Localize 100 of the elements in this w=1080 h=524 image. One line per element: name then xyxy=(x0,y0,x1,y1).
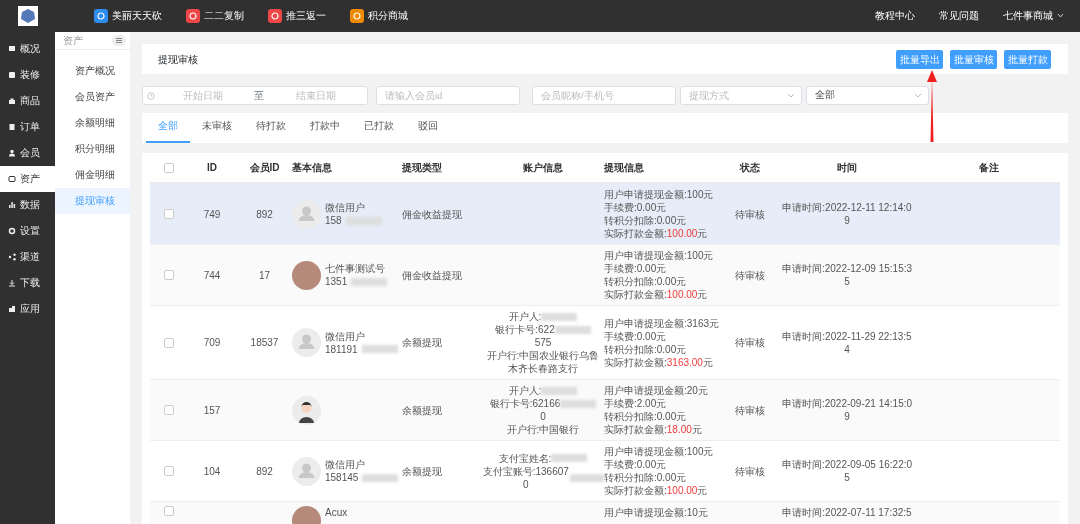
table-cell-text: 157 xyxy=(203,403,221,418)
table-cell-text: 余额提现 xyxy=(402,403,442,418)
briefcase-icon xyxy=(8,304,16,313)
sidebar-item[interactable]: 资产 xyxy=(0,165,55,192)
row-checkbox[interactable] xyxy=(163,337,174,348)
table-row[interactable]: 744 17 七件事测试号 1351 佣金收益提现 用户申请提现金额:100元 手续费:0.00元 转积分扣除:0.00元 实际打款金额:100.00元 待审核 申请时间:2022-12-09 15:15:35 xyxy=(150,245,1060,307)
shop-menu[interactable]: 七件事商城 xyxy=(1003,8,1064,24)
table-cell-text: 744 xyxy=(203,268,221,283)
sidebar-item[interactable]: 设置 xyxy=(0,217,55,244)
withdraw-info: 转积分扣除:0.00元 xyxy=(604,471,688,485)
column-header: 基本信息 xyxy=(292,161,332,176)
row-checkbox[interactable] xyxy=(163,405,174,416)
row-checkbox[interactable] xyxy=(163,466,174,477)
app-link[interactable]: 推三返一 xyxy=(268,8,326,24)
table-cell-text: 佣金收益提现 xyxy=(402,207,462,222)
chevron-down-icon xyxy=(787,93,795,99)
subnav-item[interactable]: 积分明细 xyxy=(55,135,130,162)
user-name: 七件事测试号 xyxy=(325,262,386,276)
caret-icon xyxy=(1057,13,1064,19)
table-cell-text: 待审核 xyxy=(734,268,765,283)
top-link[interactable]: 常见问题 xyxy=(939,8,979,24)
app-link[interactable]: 美丽天天砍 xyxy=(94,8,162,24)
menu-toggle[interactable] xyxy=(112,34,126,46)
table-cell-text: 18537 xyxy=(250,336,279,351)
actual-amount: 实际打款金额:18.00元 xyxy=(604,423,703,437)
table-row[interactable]: Acux 用户申请提现金额:10元 申请时间:2022-07-11 17:32:5 xyxy=(150,502,1060,524)
apply-time: 申请时间:2022-11-29 22:13:54 xyxy=(781,329,913,356)
subnav-item[interactable]: 资产概况 xyxy=(55,57,130,84)
subnav-item[interactable]: 会员资产 xyxy=(55,83,130,110)
subnav-title: 资产 xyxy=(63,33,83,48)
account-info: 575 xyxy=(534,336,552,350)
account-info: 0 xyxy=(540,410,546,424)
table-row[interactable]: 749 892 微信用户 158 佣金收益提现 用户申请提现金额:100元 手续费:0.00元 转积分扣除:0.00元 实际打款金额:100.00元 待审核 申请时间:2022-12-11 12:14:09 xyxy=(150,184,1060,246)
withdraw-info: 转积分扣除:0.00元 xyxy=(604,410,688,424)
withdraw-info: 用户申请提现金额:20元 xyxy=(604,384,708,398)
withdraw-info: 手续费:0.00元 xyxy=(604,201,668,215)
table-row[interactable]: 157 余额提现 开户人: 银行卡号:62166 0 开户行:中国银行 用户申请提现金额:20元 手续费:2.00元 转积分扣除:0.00元 实际打款金额:18.00元 待审核 申请时间:2022-09-21 14:15:09 xyxy=(150,380,1060,442)
status-select[interactable]: 全部 xyxy=(806,86,929,106)
tab[interactable]: 打款中 xyxy=(298,118,352,144)
table-cell-text: 17 xyxy=(258,268,271,283)
table-cell-text: 待审核 xyxy=(734,207,765,222)
sidebar-item[interactable]: 概况 xyxy=(0,35,55,62)
download-icon xyxy=(8,278,16,287)
sidebar-item[interactable]: 会员 xyxy=(0,139,55,166)
subnav-item[interactable]: 余额明细 xyxy=(55,109,130,136)
row-checkbox[interactable] xyxy=(163,506,174,517)
account-info: 开户行:中国银行 xyxy=(506,423,580,437)
row-checkbox[interactable] xyxy=(163,209,174,220)
user-name: Acux xyxy=(325,506,348,520)
subnav-item[interactable]: 佣金明细 xyxy=(55,161,130,188)
sidebar-item[interactable]: 应用 xyxy=(0,295,55,322)
redaction-blur xyxy=(541,386,578,395)
redaction-blur xyxy=(554,325,591,334)
user-name: 微信用户 xyxy=(325,201,366,215)
column-header: 状态 xyxy=(739,161,760,176)
sidebar-item[interactable]: 数据 xyxy=(0,191,55,218)
user-phone: 158145 xyxy=(325,471,359,485)
chevron-down-icon xyxy=(914,93,922,99)
tab[interactable]: 待打款 xyxy=(244,118,298,144)
actual-amount: 实际打款金额:3163.00元 xyxy=(604,355,714,369)
table-cell-text: 892 xyxy=(256,207,273,222)
bar-chart-icon xyxy=(8,200,16,209)
page-title: 提现审核 xyxy=(158,52,198,67)
table-cell-text: 749 xyxy=(203,207,221,222)
sidebar-item[interactable]: 装修 xyxy=(0,61,55,88)
sidebar-item[interactable]: 渠道 xyxy=(0,243,55,270)
logo[interactable] xyxy=(18,5,38,26)
box-icon xyxy=(8,70,16,79)
sidebar-item[interactable]: 订单 xyxy=(0,113,55,140)
table-cell-text: 佣金收益提现 xyxy=(402,268,462,283)
redaction-blur xyxy=(361,345,398,354)
user-phone: 158 xyxy=(325,214,342,228)
tab[interactable]: 驳回 xyxy=(406,118,450,144)
sidebar-item[interactable]: 下载 xyxy=(0,269,55,296)
sidebar-item[interactable]: 商品 xyxy=(0,87,55,114)
select-all-checkbox[interactable] xyxy=(163,162,174,173)
column-header: 备注 xyxy=(978,161,999,176)
bag-icon xyxy=(8,96,16,105)
actual-amount: 实际打款金额:100.00元 xyxy=(604,288,709,302)
top-link[interactable]: 教程中心 xyxy=(875,8,915,24)
withdraw-info: 手续费:0.00元 xyxy=(604,458,668,472)
withdraw-info: 用户申请提现金额:100元 xyxy=(604,188,714,202)
clock-icon xyxy=(147,91,155,100)
withdraw-info: 用户申请提现金额:100元 xyxy=(604,445,714,459)
redaction-blur xyxy=(569,473,604,482)
apply-time: 申请时间:2022-12-11 12:14:09 xyxy=(781,201,913,228)
apply-time: 申请时间:2022-12-09 15:15:35 xyxy=(781,262,913,289)
member-id-field[interactable]: 请输入会员id xyxy=(376,86,520,106)
table-cell-text: 892 xyxy=(256,464,273,479)
tab[interactable]: 已打款 xyxy=(352,118,406,144)
user-icon xyxy=(8,148,16,157)
row-checkbox[interactable] xyxy=(163,270,174,281)
tab[interactable]: 未审核 xyxy=(190,118,244,144)
account-info: 银行卡号:622 xyxy=(495,323,555,337)
app-link[interactable]: 二二复制 xyxy=(186,8,244,24)
withdraw-info: 手续费:0.00元 xyxy=(604,262,668,276)
column-header: 会员ID xyxy=(249,161,280,176)
apply-time: 申请时间:2022-09-21 14:15:09 xyxy=(781,397,913,424)
app-link[interactable]: 积分商城 xyxy=(350,8,408,24)
withdraw-info: 转积分扣除:0.00元 xyxy=(604,214,688,228)
